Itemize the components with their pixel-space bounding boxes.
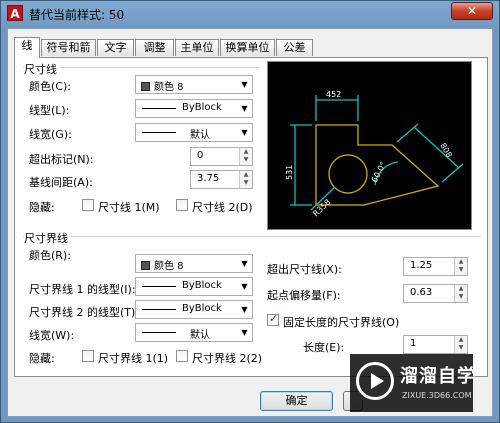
ext-linetype1-label: 尺寸界线 1 的线型(I): bbox=[29, 283, 136, 296]
color-swatch bbox=[141, 82, 150, 91]
chevron-down-icon: ▼ bbox=[241, 128, 248, 137]
suppress-ext-line-1-checkbox[interactable] bbox=[82, 350, 94, 362]
dim-color-select[interactable]: 颜色 8 ▼ bbox=[135, 75, 253, 94]
preview-drawing: 452 531 808 60.0° R358 bbox=[285, 90, 464, 218]
watermark-url: ZIXUE.3D66.COM bbox=[402, 391, 472, 400]
ext-lineweight-label: 线宽(W): bbox=[29, 329, 75, 342]
window-title: 替代当前样式: 50 bbox=[29, 8, 125, 22]
spin-up-icon[interactable]: ▲ bbox=[455, 258, 467, 266]
ext-linetype2-label: 尺寸界线 2 的线型(T): bbox=[29, 306, 139, 319]
spin-buttons[interactable]: ▲ ▼ bbox=[239, 171, 252, 188]
spin-buttons[interactable]: ▲ ▼ bbox=[454, 258, 467, 275]
ext-color-label: 颜色(R): bbox=[29, 249, 71, 262]
suppress-dim-line-2-checkbox[interactable] bbox=[176, 199, 188, 211]
length-label: 长度(E): bbox=[303, 341, 345, 354]
line-sample bbox=[142, 309, 176, 310]
spin-up-icon[interactable]: ▲ bbox=[455, 285, 467, 293]
extend-ticks-spinner[interactable]: 0 ▲ ▼ bbox=[190, 147, 253, 166]
ext-color-select[interactable]: 颜色 8 ▼ bbox=[135, 254, 253, 273]
extend-ticks-label: 超出标记(N): bbox=[29, 153, 94, 166]
fixed-length-label[interactable]: 固定长度的尺寸界线(O) bbox=[283, 314, 399, 330]
dim-line-group-title: 尺寸线 bbox=[24, 61, 60, 77]
suppress-ext-line-2-checkbox[interactable] bbox=[176, 350, 188, 362]
baseline-spacing-label: 基线间距(A): bbox=[29, 176, 93, 189]
tab-text[interactable]: 文字 bbox=[97, 39, 134, 56]
chevron-down-icon: ▼ bbox=[241, 282, 248, 291]
ext-suppress-label: 隐藏: bbox=[29, 352, 55, 365]
watermark-brand: 溜溜自学 bbox=[400, 366, 476, 387]
dim-suppress-label: 隐藏: bbox=[29, 201, 55, 214]
watermark: 溜溜自学 ZIXUE.3D66.COM bbox=[350, 354, 476, 412]
spin-buttons[interactable]: ▲ ▼ bbox=[454, 336, 467, 353]
suppress-ext-line-1-label[interactable]: 尺寸界线 1(1) bbox=[98, 350, 168, 366]
play-logo-icon bbox=[356, 362, 394, 400]
autocad-app-icon: A bbox=[7, 5, 23, 21]
spin-buttons[interactable]: ▲ ▼ bbox=[239, 148, 252, 165]
group-divider bbox=[23, 236, 481, 237]
line-sample bbox=[142, 108, 176, 109]
tab-fit[interactable]: 调整 bbox=[135, 39, 174, 56]
fixed-length-checkbox[interactable] bbox=[267, 312, 279, 326]
chevron-down-icon: ▼ bbox=[241, 305, 248, 314]
suppress-ext-line-2-label[interactable]: 尺寸界线 2(2) bbox=[192, 350, 262, 366]
color-swatch bbox=[141, 261, 150, 270]
dialog-window: A 替代当前样式: 50 ✕ 线 符号和箭头 文字 调整 主单位 换算单位 公差… bbox=[0, 0, 500, 423]
dim-lineweight-select[interactable]: 默认 ▼ bbox=[135, 123, 253, 142]
ok-button[interactable]: 确定 bbox=[260, 391, 333, 411]
line-sample bbox=[142, 332, 176, 333]
line-sample bbox=[142, 286, 176, 287]
spin-down-icon[interactable]: ▼ bbox=[455, 293, 467, 301]
preview-dim-angle-text: 60.0° bbox=[370, 160, 388, 183]
baseline-spacing-spinner[interactable]: 3.75 ▲ ▼ bbox=[190, 170, 253, 189]
spin-down-icon[interactable]: ▼ bbox=[240, 156, 252, 164]
chevron-down-icon: ▼ bbox=[241, 328, 248, 337]
tab-alternate-units[interactable]: 换算单位 bbox=[220, 39, 275, 56]
ext-line-group-title: 尺寸界线 bbox=[24, 230, 71, 246]
chevron-down-icon: ▼ bbox=[241, 80, 248, 89]
tab-tolerances[interactable]: 公差 bbox=[276, 39, 313, 56]
dim-lineweight-label: 线宽(G): bbox=[29, 128, 72, 141]
preview-dim-left-text: 531 bbox=[285, 165, 294, 180]
ext-linetype1-select[interactable]: ByBlock ▼ bbox=[135, 277, 253, 296]
spin-down-icon[interactable]: ▼ bbox=[455, 344, 467, 352]
spin-buttons[interactable]: ▲ ▼ bbox=[454, 285, 467, 302]
dimension-preview: 452 531 808 60.0° R358 bbox=[267, 61, 472, 230]
title-bar[interactable]: A 替代当前样式: 50 ✕ bbox=[1, 1, 499, 27]
spin-up-icon[interactable]: ▲ bbox=[240, 171, 252, 179]
ext-linetype2-select[interactable]: ByBlock ▼ bbox=[135, 300, 253, 319]
preview-dim-top-text: 452 bbox=[326, 90, 341, 99]
chevron-down-icon: ▼ bbox=[241, 259, 248, 268]
chevron-down-icon: ▼ bbox=[241, 104, 248, 113]
lines-panel: 尺寸线 颜色(C): 颜色 8 ▼ 线型(L): ByBlock ▼ 线宽(G)… bbox=[14, 57, 488, 377]
dim-color-label: 颜色(C): bbox=[29, 80, 71, 93]
spin-up-icon[interactable]: ▲ bbox=[455, 336, 467, 344]
suppress-dim-line-2-label[interactable]: 尺寸线 2(D) bbox=[192, 199, 253, 215]
suppress-dim-line-1-checkbox[interactable] bbox=[82, 199, 94, 211]
dim-linetype-select[interactable]: ByBlock ▼ bbox=[135, 99, 253, 118]
suppress-dim-line-1-label[interactable]: 尺寸线 1(M) bbox=[98, 199, 160, 215]
extend-beyond-label: 超出尺寸线(X): bbox=[267, 263, 342, 276]
spin-up-icon[interactable]: ▲ bbox=[240, 148, 252, 156]
extend-beyond-spinner[interactable]: 1.25 ▲ ▼ bbox=[403, 257, 468, 276]
close-button[interactable]: ✕ bbox=[451, 2, 493, 20]
origin-offset-spinner[interactable]: 0.63 ▲ ▼ bbox=[403, 284, 468, 303]
line-sample bbox=[142, 132, 176, 133]
tab-lines[interactable]: 线 bbox=[14, 37, 40, 58]
dim-linetype-label: 线型(L): bbox=[29, 104, 70, 117]
tab-symbols-arrows[interactable]: 符号和箭头 bbox=[41, 39, 96, 70]
spin-down-icon[interactable]: ▼ bbox=[240, 179, 252, 187]
spin-down-icon[interactable]: ▼ bbox=[455, 266, 467, 274]
origin-offset-label: 起点偏移量(F): bbox=[267, 289, 341, 302]
tab-primary-units[interactable]: 主单位 bbox=[175, 39, 219, 56]
length-spinner[interactable]: 1 ▲ ▼ bbox=[403, 335, 468, 354]
ext-lineweight-select[interactable]: 默认 ▼ bbox=[135, 323, 253, 342]
preview-dim-radius-text: R358 bbox=[311, 197, 332, 218]
